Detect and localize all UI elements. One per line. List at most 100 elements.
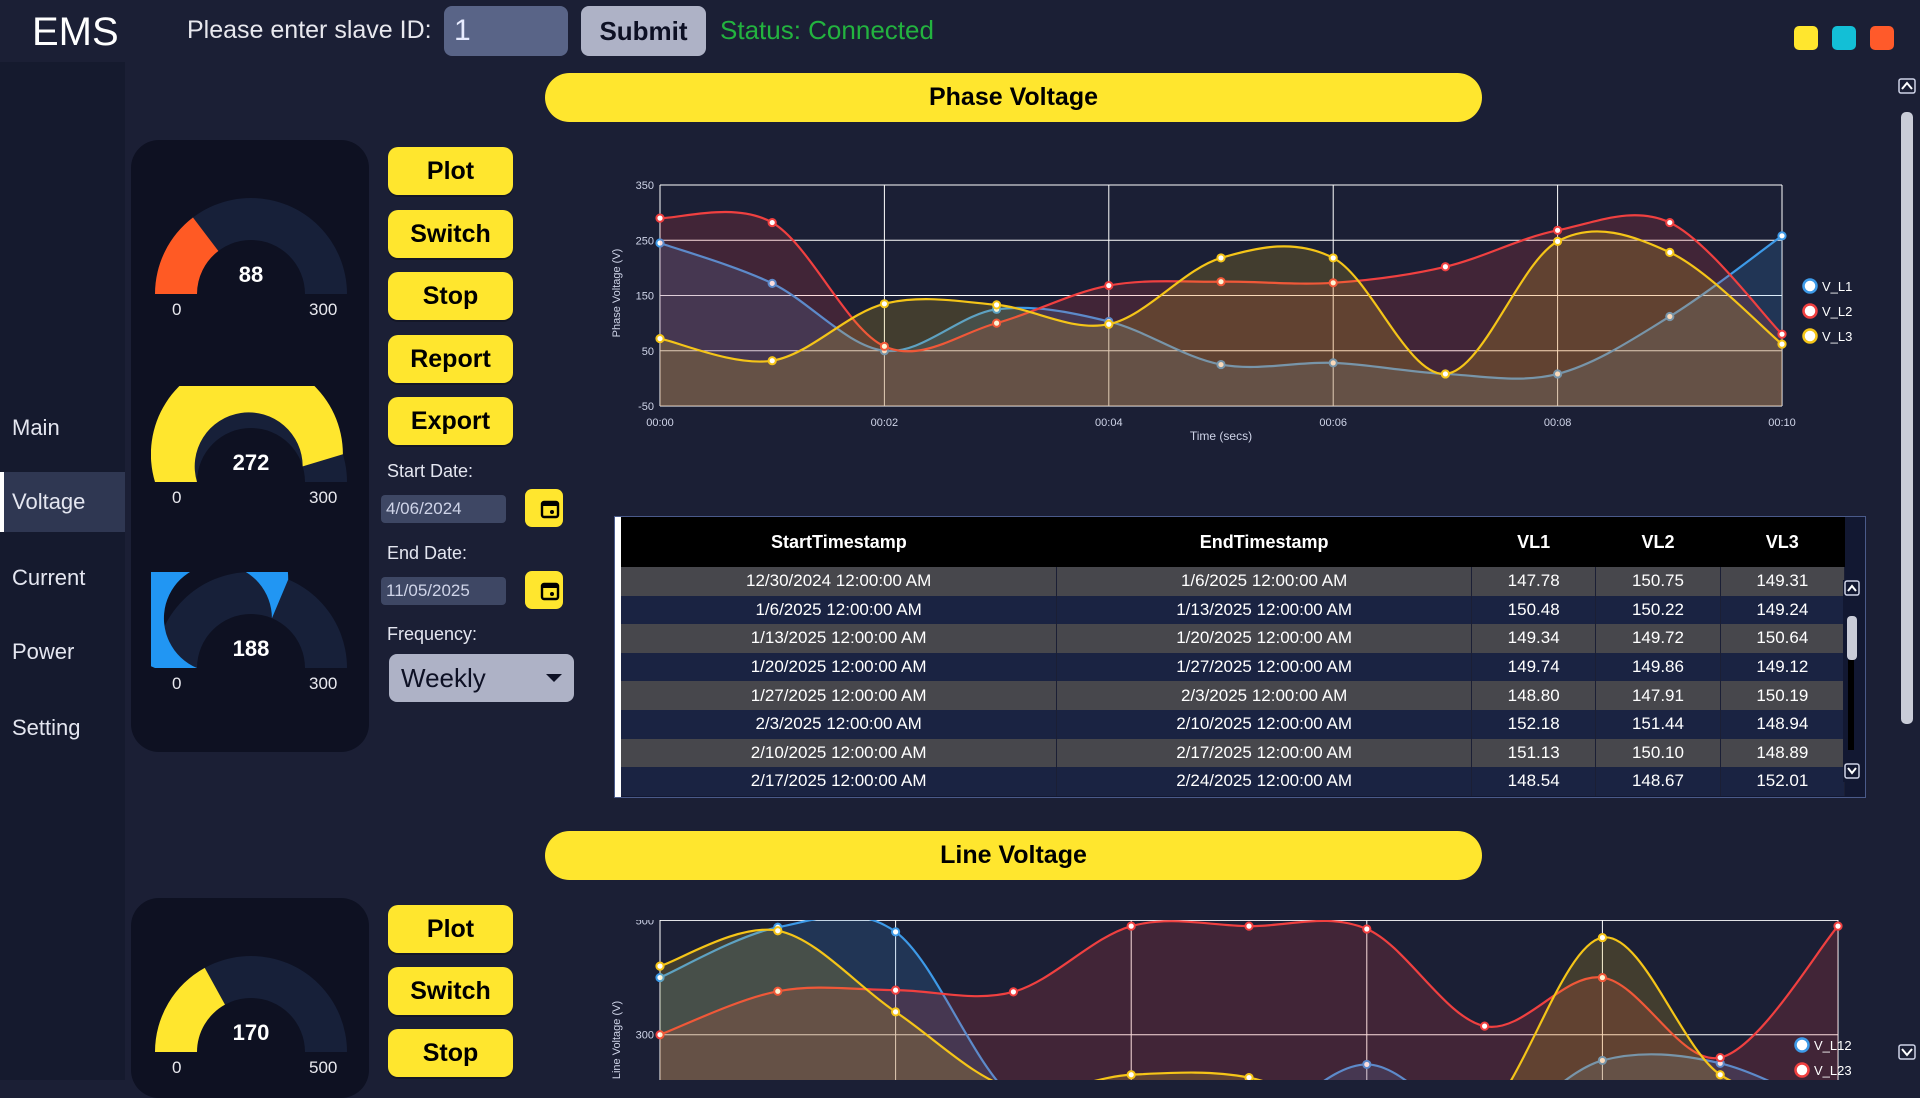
table-cell: 148.80 bbox=[1471, 681, 1597, 710]
table-scrollbar[interactable] bbox=[1843, 580, 1861, 782]
table-cell: 147.78 bbox=[1471, 567, 1597, 596]
end-date-picker-button[interactable] bbox=[525, 571, 563, 609]
column-header[interactable]: VL1 bbox=[1471, 517, 1596, 567]
report-button[interactable]: Report bbox=[388, 335, 513, 383]
data-point bbox=[655, 961, 665, 971]
sidebar-item-power[interactable]: Power bbox=[0, 622, 125, 682]
minimize-icon[interactable] bbox=[1794, 26, 1818, 50]
calendar-icon bbox=[540, 582, 560, 601]
table-cell: 151.13 bbox=[1471, 738, 1597, 768]
table-cell: 148.89 bbox=[1720, 738, 1846, 768]
data-point bbox=[1244, 921, 1254, 931]
close-icon[interactable] bbox=[1870, 26, 1894, 50]
gauge-value: 170 bbox=[232, 1020, 270, 1045]
column-header[interactable]: VL3 bbox=[1720, 517, 1845, 567]
table-cell: 1/6/2025 12:00:00 AM bbox=[621, 595, 1058, 625]
table-cell: 150.75 bbox=[1595, 567, 1721, 596]
table-row[interactable]: 1/20/2025 12:00:00 AM 1/27/2025 12:00:00 … bbox=[621, 652, 1846, 682]
gauge-value: 88 bbox=[238, 262, 264, 287]
scroll-up-icon[interactable] bbox=[1898, 78, 1916, 94]
start-date-label: Start Date: bbox=[387, 461, 474, 481]
y-axis-label: Line Voltage (V) bbox=[611, 1001, 623, 1079]
export-button[interactable]: Export bbox=[388, 397, 513, 445]
gauge-min: 0 bbox=[172, 488, 182, 507]
slave-id-label: Please enter slave ID: bbox=[187, 16, 432, 44]
table-row[interactable]: 2/3/2025 12:00:00 AM 2/10/2025 12:00:00 A… bbox=[621, 709, 1846, 739]
data-point bbox=[1216, 253, 1226, 263]
start-date-field[interactable]: 4/06/2024 bbox=[381, 495, 506, 523]
page-scrollbar[interactable] bbox=[1898, 78, 1916, 1078]
sidebar-item-current[interactable]: Current bbox=[0, 548, 125, 608]
data-point bbox=[891, 1007, 901, 1017]
x-tick-label: 00:08 bbox=[1544, 417, 1572, 429]
column-header[interactable]: VL2 bbox=[1595, 517, 1721, 567]
data-point bbox=[891, 927, 901, 937]
stop-button[interactable]: Stop bbox=[388, 1029, 513, 1077]
plot-button[interactable]: Plot bbox=[388, 905, 513, 953]
column-header[interactable]: StartTimestamp bbox=[621, 517, 1057, 567]
table-cell: 152.01 bbox=[1720, 767, 1846, 796]
sidebar-item-setting[interactable]: Setting bbox=[0, 698, 125, 758]
calendar-icon bbox=[540, 500, 560, 519]
switch-button[interactable]: Switch bbox=[388, 967, 513, 1015]
table-cell: 149.12 bbox=[1720, 652, 1846, 682]
scroll-thumb[interactable] bbox=[1901, 112, 1913, 724]
stop-button[interactable]: Stop bbox=[388, 272, 513, 320]
y-tick-label: 50 bbox=[642, 346, 654, 358]
gauge-vl3: 188 0 300 bbox=[96, 483, 351, 712]
column-header[interactable]: EndTimestamp bbox=[1056, 517, 1472, 567]
table-row[interactable]: 2/10/2025 12:00:00 AM 2/17/2025 12:00:00 … bbox=[621, 738, 1846, 768]
table-cell: 12/30/2024 12:00:00 AM bbox=[621, 567, 1058, 596]
table-cell: 2/3/2025 12:00:00 AM bbox=[1056, 681, 1472, 710]
plot-button[interactable]: Plot bbox=[388, 147, 513, 195]
end-date-label: End Date: bbox=[387, 543, 468, 563]
data-point bbox=[1440, 262, 1451, 272]
table-cell: 2/17/2025 12:00:00 AM bbox=[621, 767, 1058, 796]
table-cell: 1/13/2025 12:00:00 AM bbox=[1056, 595, 1472, 625]
slave-id-input[interactable] bbox=[444, 6, 568, 56]
legend-marker bbox=[1802, 303, 1818, 319]
sidebar-item-main[interactable]: Main bbox=[0, 398, 125, 458]
data-point bbox=[1665, 247, 1675, 258]
submit-button[interactable]: Submit bbox=[581, 6, 706, 56]
line-voltage-chart: 300 500 Line Voltage (V) V_L12 V_L23 bbox=[611, 920, 1852, 1080]
gauge-vl2: 272 0 300 bbox=[150, 358, 351, 526]
data-point bbox=[1126, 921, 1136, 931]
start-date-picker-button[interactable] bbox=[525, 489, 563, 527]
data-point bbox=[879, 299, 889, 309]
gauge-max: 500 bbox=[309, 1058, 338, 1077]
table-row[interactable]: 12/30/2024 12:00:00 AM 1/6/2025 12:00:00 … bbox=[621, 567, 1846, 596]
scroll-down-icon[interactable] bbox=[1898, 1044, 1916, 1060]
table-row[interactable]: 1/13/2025 12:00:00 AM 1/20/2025 12:00:00 … bbox=[621, 624, 1846, 653]
frequency-select[interactable]: Weekly bbox=[389, 654, 574, 702]
sidebar: Main Voltage Current Power Setting bbox=[0, 62, 125, 1080]
legend-item: V_L2 bbox=[1822, 304, 1852, 319]
line-voltage-header: Line Voltage bbox=[545, 831, 1482, 880]
table-row[interactable]: 1/27/2025 12:00:00 AM 2/3/2025 12:00:00 A… bbox=[621, 681, 1846, 710]
table-cell: 148.54 bbox=[1471, 767, 1597, 796]
data-point bbox=[992, 300, 1002, 310]
switch-button[interactable]: Switch bbox=[388, 210, 513, 258]
gauge-min: 0 bbox=[172, 674, 182, 693]
scroll-thumb[interactable] bbox=[1847, 616, 1857, 660]
end-date-field[interactable]: 11/05/2025 bbox=[381, 577, 506, 605]
maximize-icon[interactable] bbox=[1832, 26, 1856, 50]
data-point bbox=[1715, 1052, 1725, 1063]
gauge-max: 300 bbox=[309, 674, 338, 693]
data-point bbox=[1665, 217, 1675, 228]
x-tick-label: 00:04 bbox=[1095, 417, 1123, 429]
sidebar-item-voltage[interactable]: Voltage bbox=[0, 472, 125, 532]
phase-voltage-chart: -50 50 150 250 350 00:00 00:02 00:04 00:06 00:08 0… bbox=[611, 180, 1852, 443]
table-row[interactable]: 2/17/2025 12:00:00 AM 2/24/2025 12:00:00 … bbox=[621, 767, 1846, 796]
x-tick-label: 00:00 bbox=[646, 417, 674, 429]
legend-marker bbox=[1802, 328, 1818, 344]
gauge-value: 272 bbox=[232, 450, 270, 475]
table-cell: 152.18 bbox=[1471, 709, 1597, 739]
data-point bbox=[655, 333, 665, 344]
gauge-min: 0 bbox=[172, 300, 182, 319]
legend-marker bbox=[1802, 278, 1818, 294]
chevron-down-icon bbox=[546, 674, 562, 682]
gauge-min: 0 bbox=[172, 1058, 182, 1077]
table-cell: 149.34 bbox=[1471, 624, 1597, 653]
table-row[interactable]: 1/6/2025 12:00:00 AM 1/13/2025 12:00:00 A… bbox=[621, 595, 1846, 625]
